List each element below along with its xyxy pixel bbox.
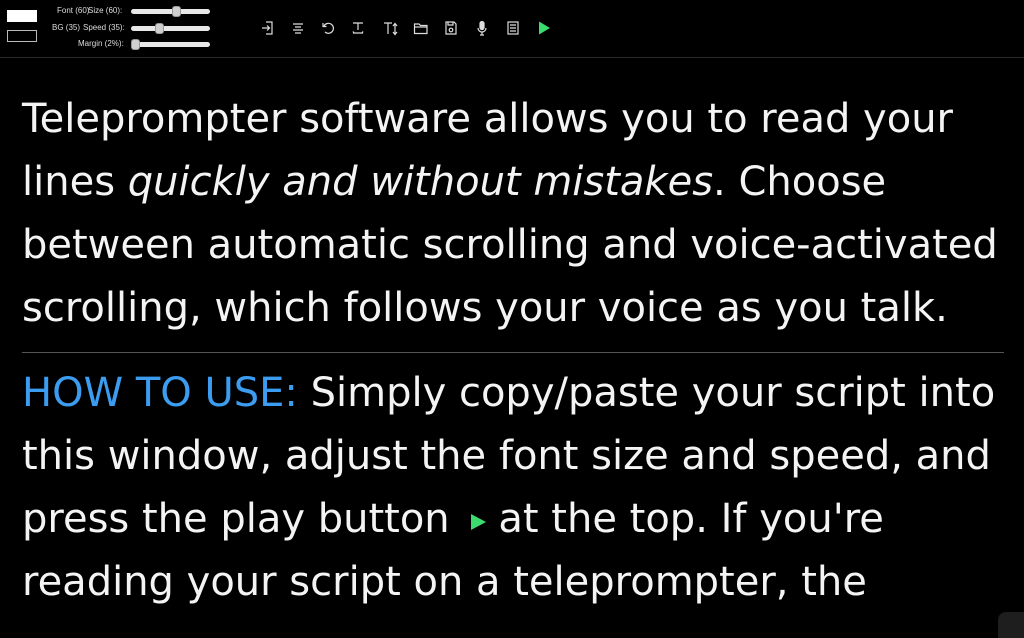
speed-label: Speed (35): bbox=[83, 23, 125, 32]
script-paragraph: HOW TO USE: Simply copy/paste your scrip… bbox=[22, 362, 1012, 614]
text-format-icon[interactable] bbox=[348, 18, 368, 38]
margin-slider-handle[interactable] bbox=[131, 39, 140, 50]
script-emphasis: quickly and without mistakes bbox=[127, 159, 714, 205]
margin-slider[interactable] bbox=[131, 39, 210, 50]
size-slider[interactable] bbox=[131, 6, 210, 17]
toolbar: Font (60) Size (60): BG (35) Speed (35):… bbox=[0, 0, 1024, 58]
import-icon[interactable] bbox=[258, 18, 278, 38]
size-label: Size (60): bbox=[88, 6, 123, 15]
size-slider-handle[interactable] bbox=[172, 6, 181, 17]
resize-handle[interactable] bbox=[998, 612, 1024, 638]
script-editor[interactable]: Teleprompter software allows you to read… bbox=[22, 88, 1012, 614]
script-paragraph: Teleprompter software allows you to read… bbox=[22, 88, 1012, 352]
text-size-icon[interactable] bbox=[380, 18, 404, 38]
align-icon[interactable] bbox=[288, 18, 308, 38]
play-icon[interactable] bbox=[534, 18, 554, 38]
background-color-swatch[interactable] bbox=[7, 30, 37, 42]
microphone-icon[interactable] bbox=[472, 18, 492, 38]
margin-label: Margin (2%): bbox=[78, 39, 124, 48]
inline-play-icon bbox=[468, 490, 488, 530]
divider bbox=[22, 352, 1004, 353]
speed-slider[interactable] bbox=[131, 23, 210, 34]
save-icon[interactable] bbox=[441, 18, 461, 38]
bg-label: BG (35) bbox=[52, 23, 81, 32]
undo-icon[interactable] bbox=[318, 18, 338, 38]
text-color-swatch[interactable] bbox=[7, 10, 37, 22]
font-label: Font (60) bbox=[57, 6, 90, 15]
open-folder-icon[interactable] bbox=[411, 18, 431, 38]
how-to-use-label: HOW TO USE: bbox=[22, 370, 298, 416]
speed-slider-handle[interactable] bbox=[155, 23, 164, 34]
document-icon[interactable] bbox=[503, 18, 523, 38]
